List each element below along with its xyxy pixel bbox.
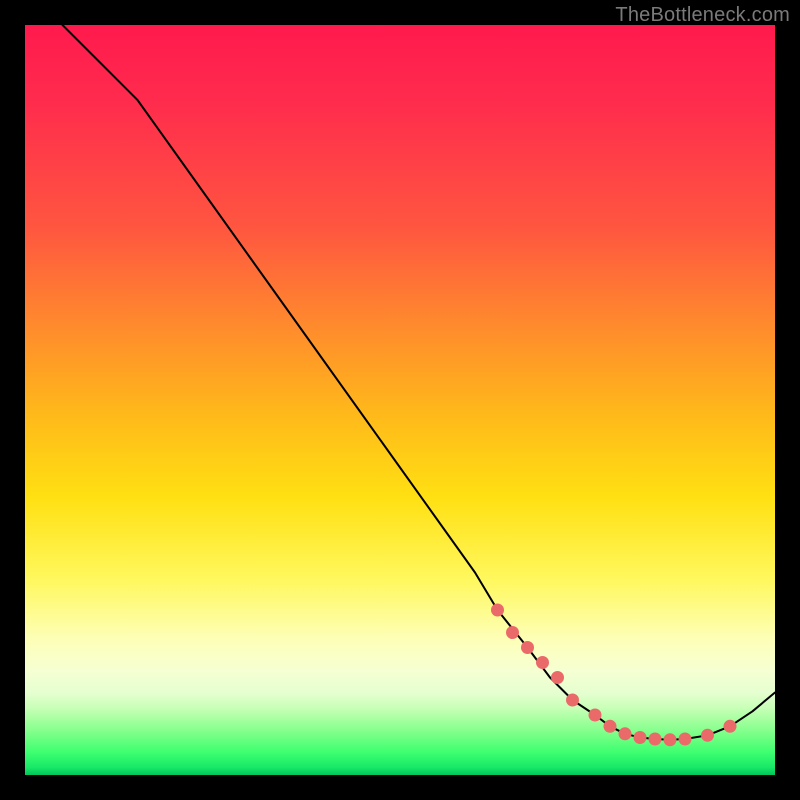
watermark-label: TheBottleneck.com xyxy=(615,4,790,27)
chart-frame: TheBottleneck.com xyxy=(0,0,800,800)
chart-gradient-area xyxy=(25,25,775,775)
